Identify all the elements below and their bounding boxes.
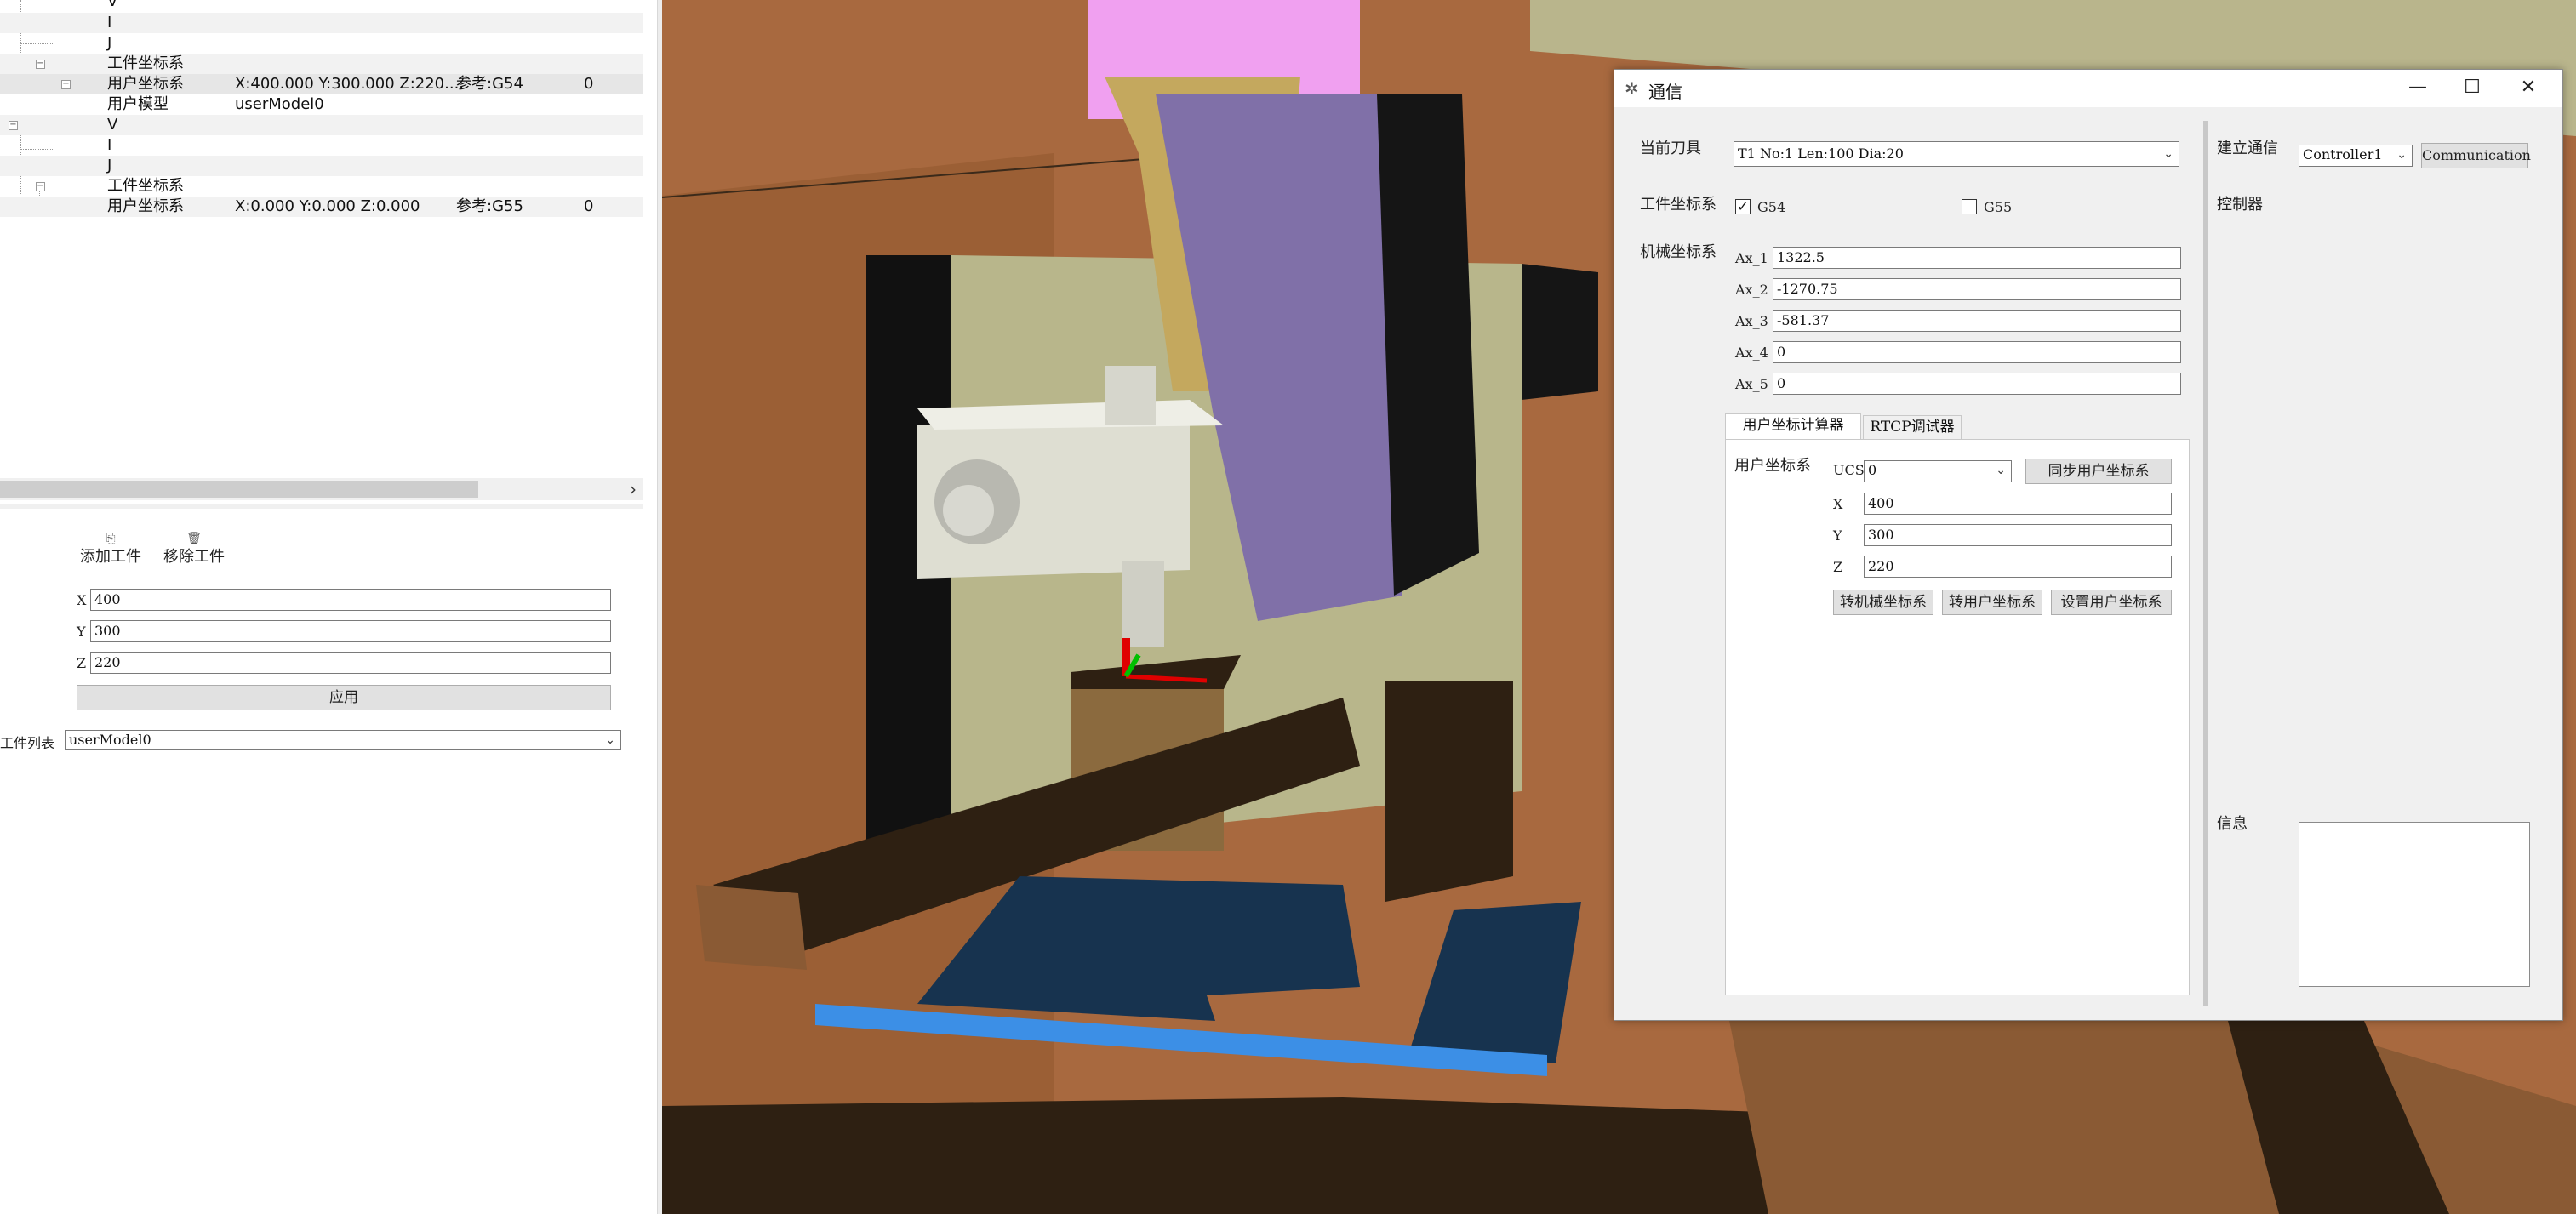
chevron-down-icon: ⌄ xyxy=(605,733,615,747)
maximize-icon[interactable]: ☐ xyxy=(2447,75,2498,100)
rail-right xyxy=(1385,681,1513,902)
collapse-icon[interactable]: − xyxy=(36,60,45,69)
workpiece-list-label: 工件列表 xyxy=(0,735,55,751)
current-tool-label: 当前刀具 xyxy=(1640,140,1701,157)
set-ucs-button[interactable]: 设置用户坐标系 xyxy=(2051,590,2172,615)
g55-checkbox[interactable] xyxy=(1962,199,1977,214)
wcs-label: 工件坐标系 xyxy=(1640,196,1716,214)
apply-button[interactable]: 应用 xyxy=(77,685,611,710)
scrollbar-thumb[interactable] xyxy=(0,481,478,498)
remove-workpiece-button[interactable]: 🗑 移除工件 xyxy=(160,533,228,567)
x-label: X xyxy=(77,592,87,608)
g55-label: G55 xyxy=(1984,199,2013,215)
ucs-group-label: 用户坐标系 xyxy=(1734,457,1811,475)
horizontal-scrollbar[interactable]: › xyxy=(0,478,643,500)
sync-ucs-button[interactable]: 同步用户坐标系 xyxy=(2025,459,2172,484)
ax2-label: Ax_2 xyxy=(1735,282,1768,298)
ucs-select[interactable]: 0 ⌄ xyxy=(1864,460,2012,482)
tool-bit xyxy=(1122,561,1164,647)
info-label: 信息 xyxy=(2217,815,2248,833)
dialog-title: 通信 xyxy=(1648,82,1682,102)
tree-row[interactable]: − V xyxy=(0,115,643,135)
add-workpiece-button[interactable]: ⎘ 添加工件 xyxy=(77,533,145,567)
mcs-label: 机械坐标系 xyxy=(1640,243,1716,261)
to-mcs-button[interactable]: 转机械坐标系 xyxy=(1833,590,1933,615)
ax1-label: Ax_1 xyxy=(1735,250,1768,266)
ucs-x-input[interactable]: 400 xyxy=(1864,493,2172,515)
ax4-label: Ax_4 xyxy=(1735,345,1768,361)
current-tool-select[interactable]: T1 No:1 Len:100 Dia:20 ⌄ xyxy=(1734,141,2179,167)
controller-select[interactable]: Controller1 ⌄ xyxy=(2299,145,2413,167)
close-icon[interactable]: ✕ xyxy=(2503,75,2554,100)
g54-checkbox[interactable]: ✓ xyxy=(1735,199,1751,214)
ucs-z-input[interactable]: 220 xyxy=(1864,556,2172,578)
ax4-input[interactable]: 0 xyxy=(1773,341,2181,363)
ax1-input[interactable]: 1322.5 xyxy=(1773,247,2181,269)
tab-rtcp-debugger[interactable]: RTCP调试器 xyxy=(1863,415,1962,439)
connect-label: 建立通信 xyxy=(2217,140,2278,157)
tree-row-selected[interactable]: − 用户坐标系 X:400.000 Y:300.000 Z:220.... 参考… xyxy=(0,74,643,94)
ax5-input[interactable]: 0 xyxy=(1773,373,2181,395)
ucs-x-label: X xyxy=(1833,496,1843,512)
tab-ucs-calculator[interactable]: 用户坐标计算器 xyxy=(1725,413,1861,439)
tree-row[interactable]: 用户坐标系 X:0.000 Y:0.000 Z:0.000 参考:G55 0 xyxy=(0,197,643,217)
tree-row[interactable]: − 工件坐标系 xyxy=(0,54,643,74)
z-label: Z xyxy=(77,655,87,671)
g54-label: G54 xyxy=(1757,199,1786,215)
chevron-down-icon: ⌄ xyxy=(2396,148,2407,162)
tree-row[interactable]: − 工件坐标系 xyxy=(0,176,643,197)
ax2-input[interactable]: -1270.75 xyxy=(1773,278,2181,300)
ucs-y-label: Y xyxy=(1833,527,1842,544)
workpiece-y-input[interactable]: 300 xyxy=(90,620,611,642)
tree-row[interactable]: I xyxy=(0,135,643,156)
app-icon: ✲ xyxy=(1625,78,1639,99)
tree-row[interactable]: 用户模型 userModel0 xyxy=(0,94,643,115)
splitter[interactable] xyxy=(0,504,643,509)
tree-row[interactable]: I xyxy=(0,13,643,33)
to-ucs-button[interactable]: 转用户坐标系 xyxy=(1942,590,2042,615)
chevron-down-icon: ⌄ xyxy=(2163,147,2173,161)
tree-row[interactable]: V xyxy=(0,0,643,12)
minimize-icon[interactable]: — xyxy=(2392,75,2443,100)
dialog-titlebar[interactable]: ✲ 通信 — ☐ ✕ xyxy=(1614,70,2562,107)
tab-pane: 用户坐标系 UCS 0 ⌄ 同步用户坐标系 X 400 Y 300 Z 220 … xyxy=(1725,439,2190,995)
collapse-icon[interactable]: − xyxy=(36,182,45,191)
workpiece-list-select[interactable]: userModel0 ⌄ xyxy=(65,730,621,750)
dialog-splitter[interactable] xyxy=(2203,121,2208,1006)
y-label: Y xyxy=(77,624,86,640)
tree-row[interactable]: J xyxy=(0,156,643,176)
workpiece-x-input[interactable]: 400 xyxy=(90,589,611,611)
workpiece-z-input[interactable]: 220 xyxy=(90,652,611,674)
collapse-icon[interactable]: − xyxy=(61,80,71,89)
controller-label: 控制器 xyxy=(2217,196,2263,214)
info-textbox[interactable] xyxy=(2299,822,2530,987)
tree-row[interactable]: J xyxy=(0,33,643,54)
add-file-icon: ⎘ xyxy=(106,532,116,545)
collapse-icon[interactable]: − xyxy=(9,121,18,130)
project-tree-panel: V I J − 工件坐标系 − 用户坐标系 X:400.000 Y:300.00… xyxy=(0,0,662,1214)
trash-icon: 🗑 xyxy=(186,532,202,545)
ax3-input[interactable]: -581.37 xyxy=(1773,310,2181,332)
chevron-down-icon: ⌄ xyxy=(1996,464,2006,477)
communication-dialog: ✲ 通信 — ☐ ✕ 当前刀具 T1 No:1 Len:100 Dia:20 ⌄… xyxy=(1614,69,2563,1021)
scroll-right-icon[interactable]: › xyxy=(630,478,637,500)
ucs-y-input[interactable]: 300 xyxy=(1864,524,2172,546)
ax5-label: Ax_5 xyxy=(1735,376,1768,392)
ucs-label: UCS xyxy=(1833,462,1865,478)
tool-top xyxy=(1105,366,1156,425)
communication-button[interactable]: Communication xyxy=(2421,143,2531,168)
ucs-z-label: Z xyxy=(1833,559,1843,575)
ax3-label: Ax_3 xyxy=(1735,313,1768,329)
